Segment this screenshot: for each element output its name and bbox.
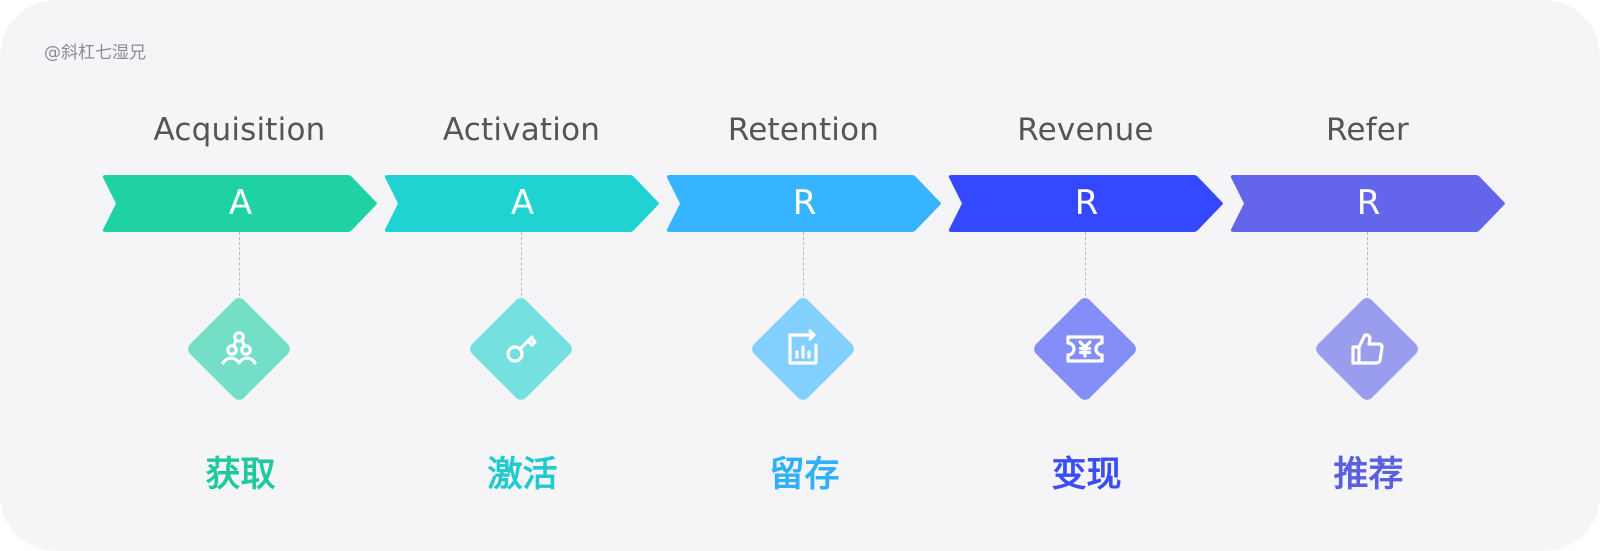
stage-letter: R — [792, 183, 817, 223]
stage-title: Refer — [1326, 112, 1409, 148]
stage-label-cn: 变现 — [1051, 455, 1122, 495]
yuan-ticket-icon — [1061, 325, 1109, 373]
stage-icon-badge — [749, 295, 857, 403]
stage-title: Acquisition — [153, 112, 326, 148]
stage-letter: R — [1074, 183, 1099, 223]
stage-letter: A — [228, 183, 253, 223]
stage-title: Retention — [727, 112, 880, 148]
stage-icon-badge — [1313, 295, 1421, 403]
stage-revenue: Revenue R 变现 — [948, 0, 1230, 551]
stage-icon-badge — [1031, 295, 1139, 403]
stage-label-cn: 推荐 — [1333, 455, 1404, 495]
stage-label-cn: 激活 — [487, 455, 558, 495]
chart-report-icon — [779, 325, 827, 373]
stage-icon-badge — [185, 295, 293, 403]
key-icon — [497, 325, 545, 373]
stage-acquisition: Acquisition A 获取 — [102, 0, 384, 551]
stage-title: Activation — [442, 112, 601, 148]
stage-letter: R — [1356, 183, 1381, 223]
stage-refer: Refer R 推荐 — [1230, 0, 1512, 551]
stage-label-cn: 获取 — [205, 455, 276, 495]
stage-letter: A — [510, 183, 535, 223]
stage-title: Revenue — [1017, 112, 1154, 148]
stage-activation: Activation A 激活 — [384, 0, 666, 551]
users-group-icon — [215, 325, 263, 373]
stage-icon-badge — [467, 295, 575, 403]
stage-label-cn: 留存 — [769, 455, 840, 495]
thumbs-up-icon — [1343, 325, 1391, 373]
stage-retention: Retention R 留存 — [666, 0, 948, 551]
